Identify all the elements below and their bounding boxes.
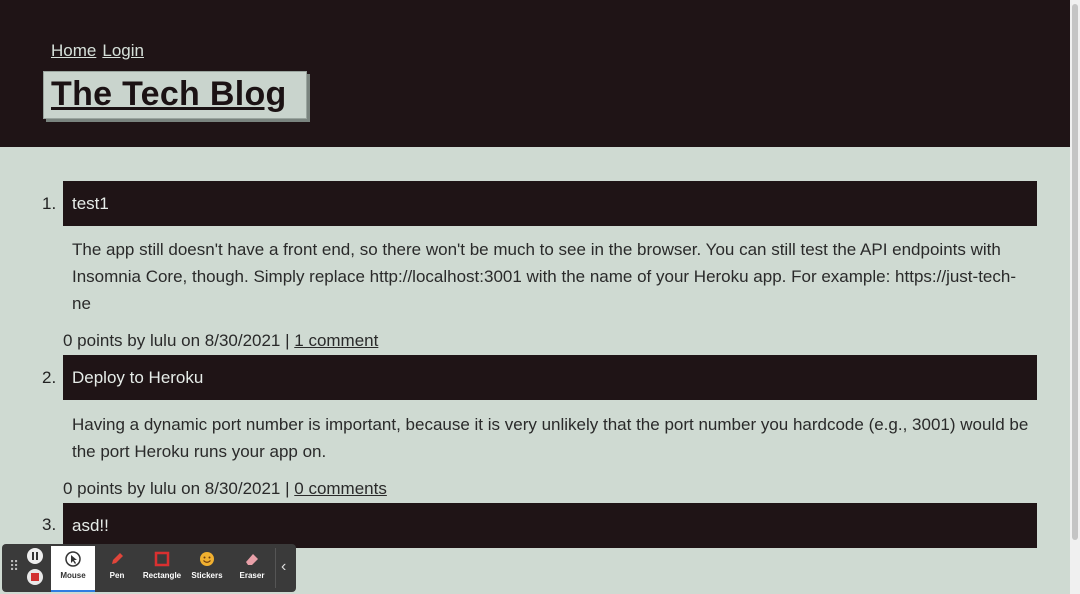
annotation-toolbar: ⠿ Mouse Pen Rectangle Stickers Eraser ‹ xyxy=(2,544,296,592)
tool-label: Mouse xyxy=(60,571,86,580)
mouse-icon xyxy=(65,551,81,567)
post-number: 1. xyxy=(42,194,57,213)
post-meta-text: 0 points by lulu on 8/30/2021 | xyxy=(63,331,290,350)
stickers-icon xyxy=(200,552,214,566)
tool-stickers[interactable]: Stickers xyxy=(185,546,229,590)
post-title[interactable]: asd!! xyxy=(63,503,1037,548)
post-meta: 0 points by lulu on 8/30/2021 | 0 commen… xyxy=(63,479,387,499)
collapse-toolbar-icon[interactable]: ‹ xyxy=(281,558,286,576)
post-meta: 0 points by lulu on 8/30/2021 | 1 commen… xyxy=(63,331,378,351)
eraser-icon xyxy=(246,554,258,565)
post-number: 3. xyxy=(42,515,57,534)
page-scrollbar[interactable] xyxy=(1070,0,1080,594)
post-title[interactable]: Deploy to Heroku xyxy=(63,355,1037,400)
tool-eraser[interactable]: Eraser xyxy=(230,546,274,590)
comments-link[interactable]: 0 comments xyxy=(294,479,387,498)
top-nav: Home Login xyxy=(51,41,150,61)
site-title-box[interactable]: The Tech Blog xyxy=(43,71,307,119)
drag-handle-icon[interactable]: ⠿ xyxy=(9,558,19,575)
post-number: 2. xyxy=(42,368,57,387)
comments-link[interactable]: 1 comment xyxy=(294,331,378,350)
scrollbar-thumb[interactable] xyxy=(1072,4,1078,540)
stop-recording-button[interactable] xyxy=(27,569,43,585)
tool-label: Rectangle xyxy=(142,571,182,580)
site-title[interactable]: The Tech Blog xyxy=(44,72,306,114)
nav-home-link[interactable]: Home xyxy=(51,41,96,60)
tool-label: Stickers xyxy=(191,571,223,580)
tool-rectangle[interactable]: Rectangle xyxy=(140,546,184,590)
post-title[interactable]: test1 xyxy=(63,181,1037,226)
nav-login-link[interactable]: Login xyxy=(102,41,144,60)
tool-label: Eraser xyxy=(239,571,265,580)
tool-mouse[interactable]: Mouse xyxy=(51,546,95,592)
post-meta-text: 0 points by lulu on 8/30/2021 | xyxy=(63,479,290,498)
toolbar-divider xyxy=(275,548,276,588)
tool-pen[interactable]: Pen xyxy=(95,546,139,590)
rectangle-icon xyxy=(154,551,170,567)
pause-recording-button[interactable] xyxy=(27,548,43,564)
post-body: The app still doesn't have a front end, … xyxy=(72,240,1016,313)
tool-label: Pen xyxy=(109,571,125,580)
pen-icon xyxy=(112,553,123,564)
post-body: Having a dynamic port number is importan… xyxy=(72,415,1029,461)
site-header: Home Login The Tech Blog xyxy=(0,0,1070,147)
